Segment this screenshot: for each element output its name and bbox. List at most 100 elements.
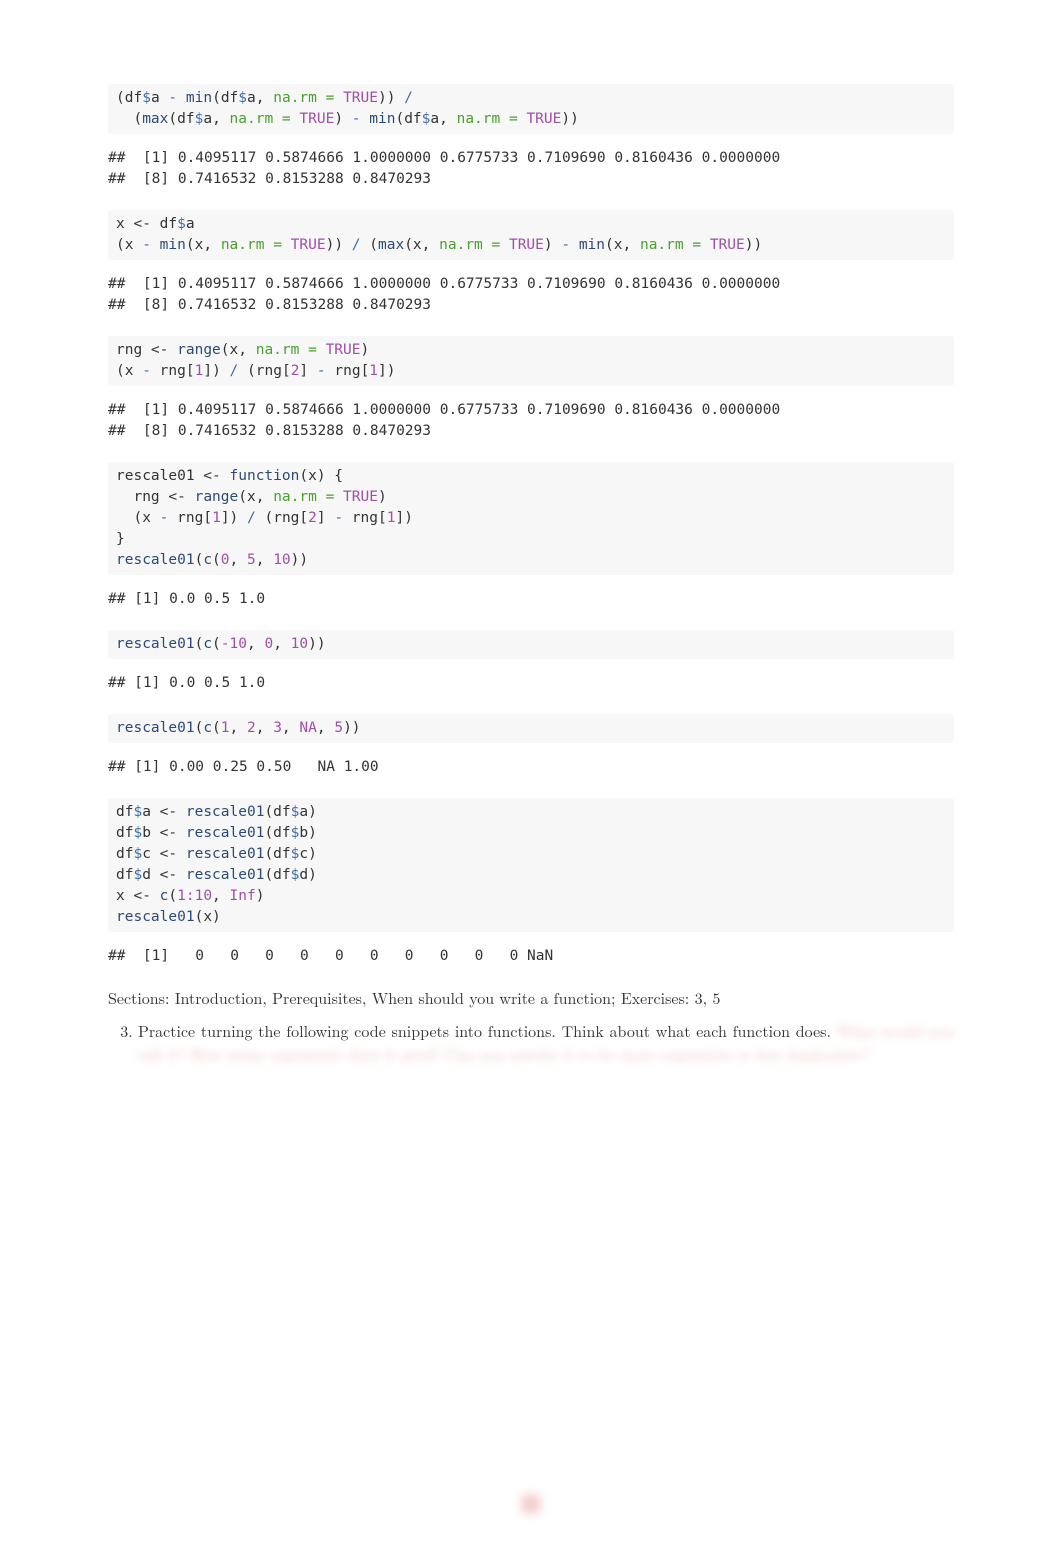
code-punct: , [212,111,229,127]
code-id: x [116,216,125,232]
code-punct: ) [753,237,762,253]
code-num: 0 [221,552,230,568]
code-punct: ( [299,468,308,484]
code-punct: , [256,552,273,568]
code-op: - [160,90,186,106]
code-punct: , [256,720,273,736]
output-line: ## [1] 0.0 0.5 1.0 [108,675,265,691]
code-op: / [238,510,264,526]
code-punct: ) [326,237,335,253]
code-punct: ] [299,363,308,379]
code-punct: , [256,489,273,505]
code-num: 3 [273,720,282,736]
output-line: ## [8] 0.7416532 0.8153288 0.8470293 [108,297,431,313]
code-fn: rescale01 [116,720,195,736]
code-block-5: rescale01(c(-10, 0, 10)) [108,630,954,659]
code-arg: na.rm = [230,111,300,127]
code-arg: na.rm = [273,90,343,106]
code-punct: ( [605,237,614,253]
code-punct: ) [343,720,352,736]
code-punct: [ [282,363,291,379]
code-arg: na.rm = [221,237,291,253]
code-id: df [404,111,421,127]
code-punct: ( [195,720,204,736]
code-punct: ) [360,342,369,358]
code-fn: c [203,552,212,568]
code-punct: , [230,720,247,736]
code-id: d [299,867,308,883]
code-num: 2 [247,720,256,736]
code-punct: , [623,237,640,253]
code-id: rng [352,510,378,526]
code-block-3: rng <- range(x, na.rm = TRUE) (x - rng[1… [108,336,954,386]
code-block-1: (df$a - min(df$a, na.rm = TRUE)) / (max(… [108,84,954,134]
code-fn: max [378,237,404,253]
code-punct: [ [186,363,195,379]
code-punct: ] [396,510,405,526]
code-num: 5 [247,552,256,568]
code-id: df [125,90,142,106]
code-punct: ( [264,867,273,883]
code-id: a [203,111,212,127]
code-punct: ( [264,804,273,820]
code-punct: { [334,468,343,484]
code-const: TRUE [343,90,378,106]
code-punct: ) [561,111,570,127]
code-op: - [326,510,352,526]
code-id: x [203,909,212,925]
code-op: / [343,237,369,253]
output-line: ## [8] 0.7416532 0.8153288 0.8470293 [108,423,431,439]
exercise-3-text: Practice turning the following code snip… [138,1019,831,1042]
code-punct: ( [168,111,177,127]
code-fn: c [203,636,212,652]
code-punct: ) [334,237,343,253]
code-fragment: ( [116,90,125,106]
code-id: c [142,846,151,862]
code-const: TRUE [299,111,334,127]
code-op: <- [125,888,160,904]
output-block-6: ## [1] 0.00 0.25 0.50 NA 1.00 [108,757,954,778]
code-op: <- [125,216,160,232]
code-fn: rescale01 [186,867,265,883]
code-id: d [142,867,151,883]
sections-note: Sections: Introduction, Prerequisites, W… [108,987,954,1010]
code-punct: ( [404,237,413,253]
code-punct: ) [212,363,221,379]
code-const: TRUE [509,237,544,253]
code-op: $ [177,216,186,232]
code-kw: function [230,468,300,484]
code-punct: ] [378,363,387,379]
code-punct: ) [308,804,317,820]
code-id: c [299,846,308,862]
code-punct: ( [212,720,221,736]
code-const: TRUE [343,489,378,505]
code-punct: ( [195,636,204,652]
code-punct: ) [308,825,317,841]
code-punct: ( [369,237,378,253]
code-punct: ( [116,237,125,253]
code-id: rng [334,363,360,379]
code-punct: ) [404,510,413,526]
code-op: - [343,111,369,127]
code-punct: , [282,720,299,736]
code-punct: ) [387,363,396,379]
code-op: $ [133,825,142,841]
code-arg: na.rm = [273,489,343,505]
code-const: TRUE [526,111,561,127]
code-const: TRUE [326,342,361,358]
code-num: 10 [273,552,290,568]
code-op: $ [142,90,151,106]
code-punct: , [422,237,439,253]
output-block-2: ## [1] 0.4095117 0.5874666 1.0000000 0.6… [108,274,954,316]
output-line: ## [1] 0.0 0.5 1.0 [108,591,265,607]
output-line: ## [1] 0 0 0 0 0 0 0 0 0 0 NaN [108,948,553,964]
code-punct: ) [352,720,361,736]
code-punct: ) [299,552,308,568]
code-op: $ [133,804,142,820]
code-punct: ( [264,846,273,862]
code-id: a [186,216,195,232]
code-punct: [ [203,510,212,526]
code-fn: min [369,111,395,127]
code-arg: na.rm = [640,237,710,253]
code-op: <- [151,846,186,862]
